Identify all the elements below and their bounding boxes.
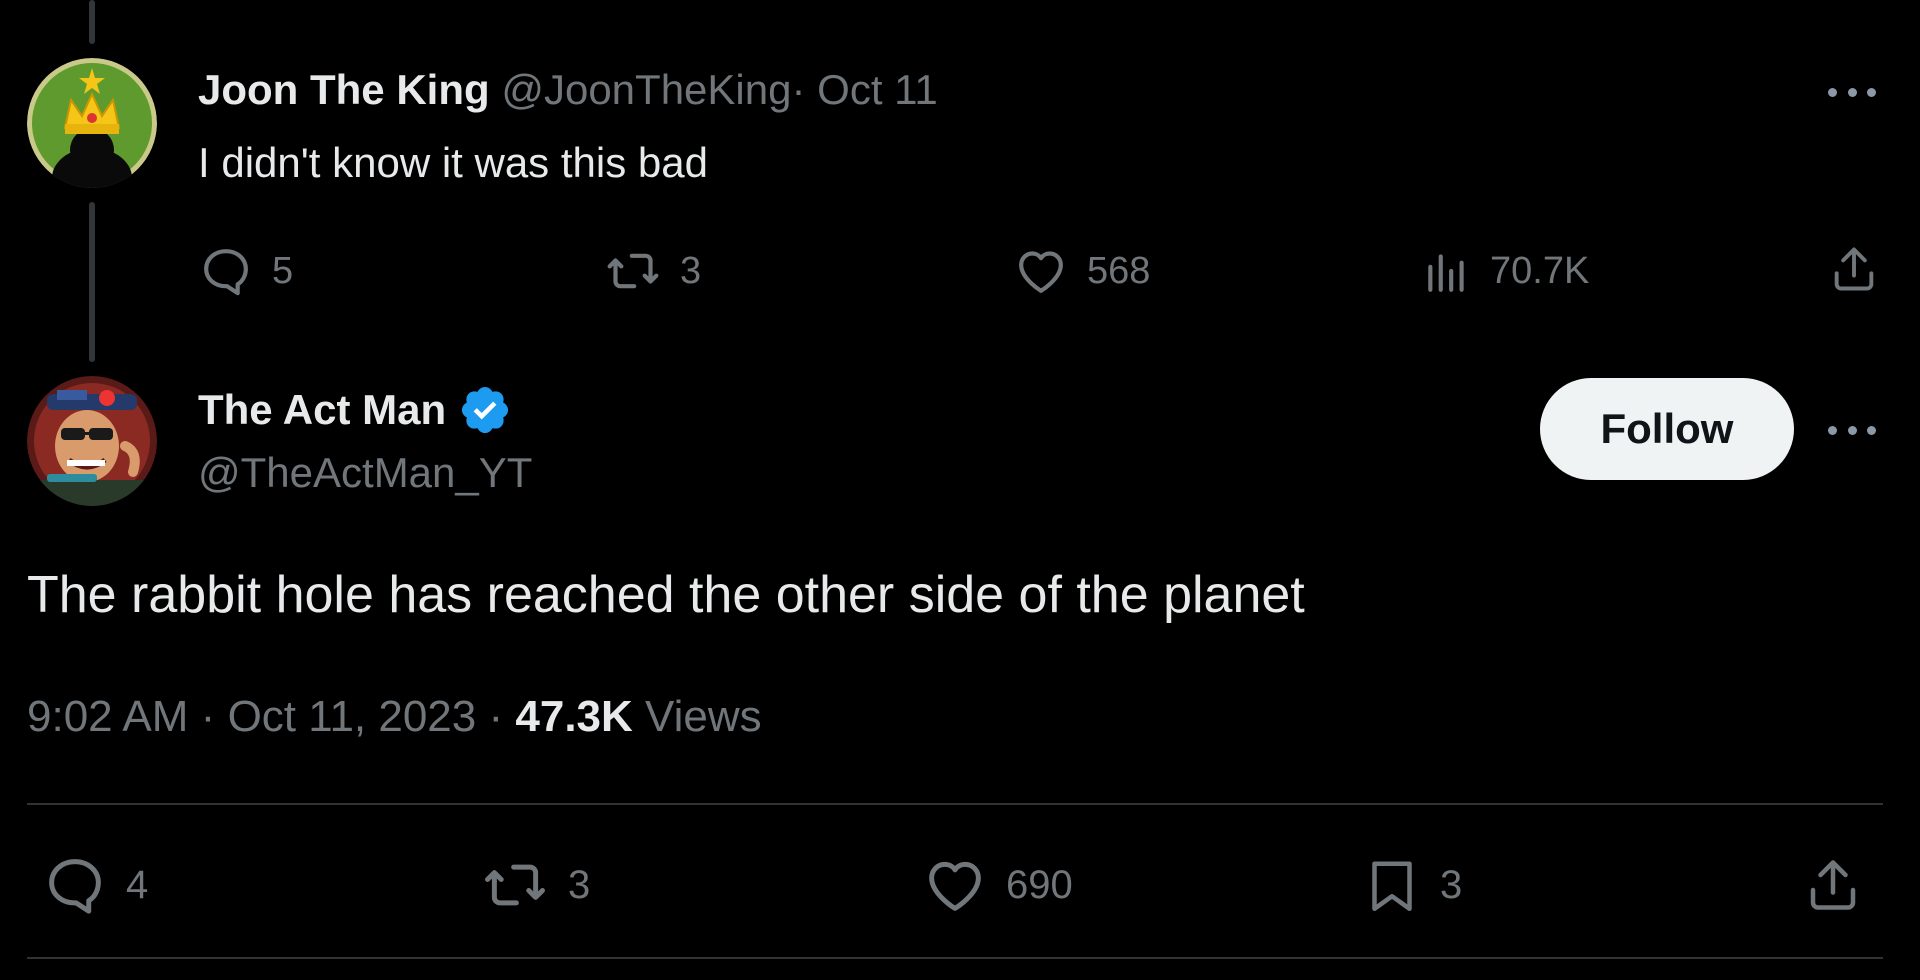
main-tweet-time[interactable]: 9:02 AM (27, 692, 188, 741)
reply-repost-count: 3 (680, 249, 702, 292)
share-icon (1810, 860, 1856, 910)
reply-date[interactable]: Oct 11 (817, 66, 938, 113)
more-dot (1828, 87, 1837, 97)
main-repost-button[interactable]: 3 (480, 852, 590, 918)
main-author-name[interactable]: The Act Man (198, 386, 446, 434)
like-icon (1019, 251, 1063, 293)
meta-separator: · (488, 692, 504, 741)
main-bookmark-count: 3 (1440, 862, 1463, 907)
tweet-page: Joon The King @JoonTheKing· Oct 11 I did… (0, 0, 1920, 980)
king-crown-avatar-image (27, 58, 157, 188)
main-tweet-text: The rabbit hole has reached the other si… (27, 566, 1305, 624)
verified-badge-icon[interactable] (458, 383, 512, 437)
reply-separator: · (791, 66, 806, 113)
main-like-count: 690 (1006, 862, 1073, 907)
more-dot (1828, 425, 1837, 435)
thread-line-middle (89, 202, 95, 362)
main-reply-count: 4 (126, 862, 149, 907)
reply-reply-button[interactable]: 5 (198, 243, 293, 299)
main-more-button[interactable] (1828, 420, 1876, 440)
main-tweet-meta: 9:02 AM · Oct 11, 2023 · 47.3K Views (27, 692, 762, 742)
divider-bottom (27, 957, 1883, 959)
reply-like-count: 568 (1087, 249, 1151, 292)
main-repost-count: 3 (568, 862, 591, 907)
main-author-handle[interactable]: @TheActMan_YT (198, 449, 532, 497)
more-dot (1847, 87, 1857, 97)
repost-icon (607, 253, 659, 289)
thread-line-top (89, 0, 95, 44)
main-share-button[interactable] (1803, 852, 1863, 918)
reply-views-button[interactable]: 70.7K (1422, 243, 1589, 299)
main-bookmark-button[interactable]: 3 (1362, 852, 1462, 918)
meta-separator: · (200, 692, 216, 741)
main-author-name-row: The Act Man (198, 383, 512, 437)
repost-icon (485, 864, 545, 906)
reply-views-count: 70.7K (1490, 249, 1590, 292)
reply-more-button[interactable] (1828, 82, 1876, 102)
reply-author-name[interactable]: Joon The King (198, 66, 490, 113)
more-dot (1847, 425, 1857, 435)
reply-icon (49, 859, 101, 914)
like-icon (929, 861, 981, 911)
reply-repost-button[interactable]: 3 (604, 243, 701, 299)
main-views-label: Views (645, 692, 762, 741)
views-icon (1428, 254, 1464, 292)
reply-text: I didn't know it was this bad (198, 139, 708, 186)
reply-like-button[interactable]: 568 (1013, 243, 1150, 299)
main-like-button[interactable]: 690 (922, 852, 1073, 918)
reply-header: Joon The King @JoonTheKing· Oct 11 (198, 66, 938, 114)
bookmark-icon (1372, 861, 1412, 911)
act-man-avatar-image (27, 376, 157, 506)
share-icon (1834, 247, 1874, 291)
reply-share-button[interactable] (1828, 241, 1880, 297)
main-tweet-date[interactable]: Oct 11, 2023 (228, 692, 477, 741)
reply-reply-count: 5 (272, 249, 294, 292)
reply-icon (204, 249, 248, 296)
reply-avatar[interactable] (27, 58, 157, 188)
reply-author-handle[interactable]: @JoonTheKing (501, 66, 791, 113)
divider-top (27, 803, 1883, 805)
more-dot (1867, 87, 1876, 97)
main-avatar[interactable] (27, 376, 157, 506)
more-dot (1867, 425, 1876, 435)
main-views-count[interactable]: 47.3K (515, 692, 632, 741)
follow-button[interactable]: Follow (1540, 378, 1794, 480)
main-reply-button[interactable]: 4 (42, 852, 148, 918)
